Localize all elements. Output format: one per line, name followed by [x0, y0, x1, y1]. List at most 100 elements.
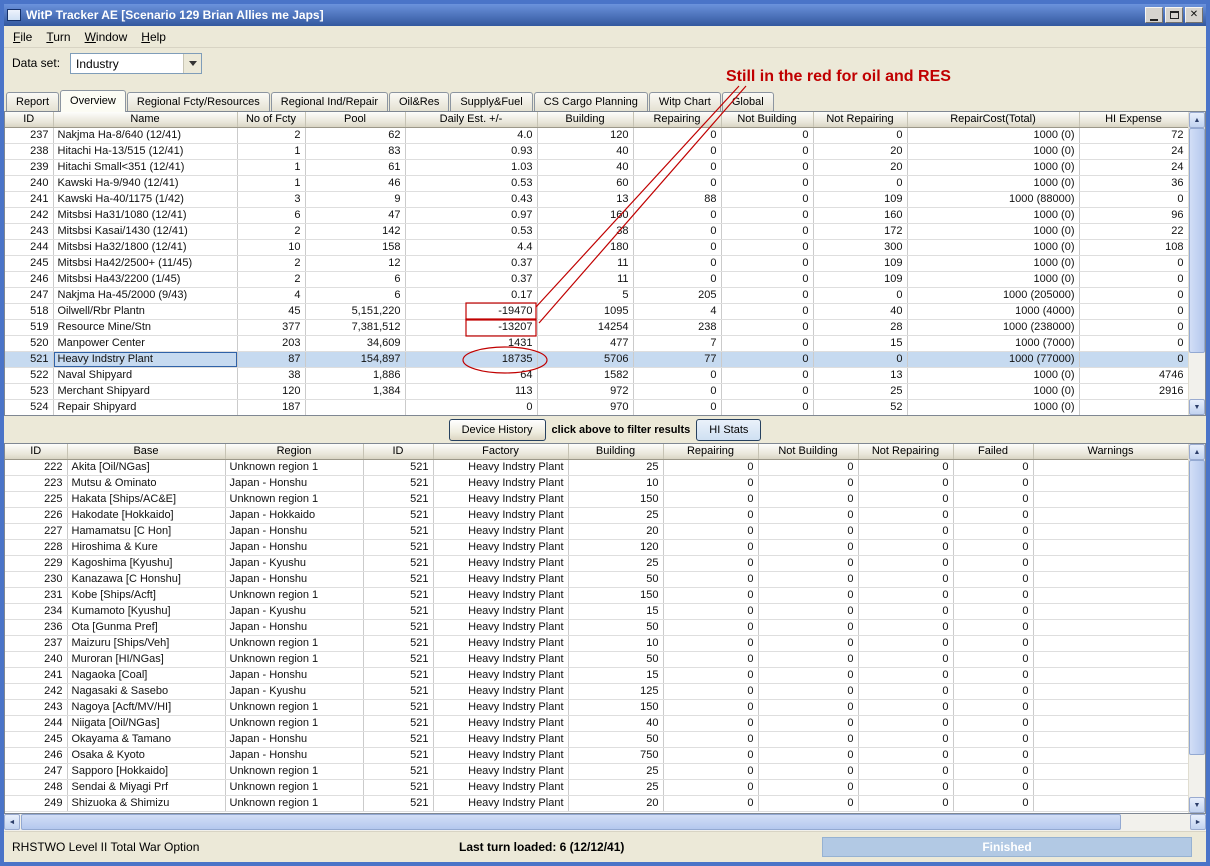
cell[interactable]: 1,384: [305, 383, 406, 400]
cell[interactable]: 244: [5, 239, 54, 256]
cell[interactable]: 1.03: [405, 159, 538, 176]
cell[interactable]: 1: [237, 175, 306, 192]
cell[interactable]: 150: [568, 587, 664, 604]
cell[interactable]: 238: [633, 319, 722, 336]
cell[interactable]: Japan - Honshu: [225, 539, 364, 556]
column-header[interactable]: Base: [67, 444, 226, 460]
column-header[interactable]: ID: [363, 444, 434, 460]
cell[interactable]: 158: [305, 239, 406, 256]
cell[interactable]: 6: [305, 271, 406, 288]
table-row[interactable]: 240 Muroran [HI/NGas] Unknown region 1 521 H…: [5, 651, 1188, 668]
cell[interactable]: Niigata [Oil/NGas]: [67, 715, 226, 732]
table-row[interactable]: 241 Kawski Ha-40/1175 (1/42) 3 9 0.43 13 88 0 10…: [5, 191, 1188, 208]
cell[interactable]: Japan - Honshu: [225, 475, 364, 492]
table-row[interactable]: 237 Maizuru [Ships/Veh] Unknown region 1 52…: [5, 635, 1188, 652]
cell[interactable]: 83: [305, 143, 406, 160]
cell[interactable]: 0: [633, 271, 722, 288]
cell[interactable]: 0: [1079, 303, 1188, 320]
cell[interactable]: 0: [721, 159, 814, 176]
cell[interactable]: 0: [663, 507, 759, 524]
cell[interactable]: 0.37: [405, 255, 538, 272]
cell[interactable]: 521: [363, 587, 434, 604]
cell[interactable]: 228: [5, 539, 68, 556]
cell[interactable]: 521: [363, 571, 434, 588]
cell[interactable]: 0: [663, 539, 759, 556]
cell[interactable]: Unknown region 1: [225, 715, 364, 732]
cell[interactable]: 22: [1079, 223, 1188, 240]
cell[interactable]: 0: [663, 603, 759, 620]
cell[interactable]: 237: [5, 127, 54, 144]
cell[interactable]: 2: [237, 127, 306, 144]
cell[interactable]: 88: [633, 191, 722, 208]
cell[interactable]: 970: [537, 399, 634, 415]
cell[interactable]: 0: [633, 239, 722, 256]
cell[interactable]: 245: [5, 731, 68, 748]
cell[interactable]: 0: [721, 175, 814, 192]
cell[interactable]: 9: [305, 191, 406, 208]
cell[interactable]: Sendai & Miyagi Prf: [67, 779, 226, 796]
cell[interactable]: 521: [363, 731, 434, 748]
cell[interactable]: Nakjma Ha-45/2000 (9/43): [53, 287, 238, 304]
cell[interactable]: 150: [568, 491, 664, 508]
cell[interactable]: 0: [758, 507, 859, 524]
column-header[interactable]: Not Building: [758, 444, 859, 460]
cell[interactable]: 0: [1079, 255, 1188, 272]
cell[interactable]: Unknown region 1: [225, 651, 364, 668]
cell[interactable]: 0: [858, 699, 954, 716]
cell[interactable]: 0: [721, 127, 814, 144]
cell[interactable]: Heavy Indstry Plant: [433, 603, 569, 620]
cell[interactable]: 7,381,512: [305, 319, 406, 336]
cell[interactable]: 0: [663, 683, 759, 700]
cell[interactable]: 521: [363, 491, 434, 508]
cell[interactable]: 225: [5, 491, 68, 508]
cell[interactable]: Heavy Indstry Plant: [433, 683, 569, 700]
cell[interactable]: 0: [858, 795, 954, 812]
table-row[interactable]: 227 Hamamatsu [C Hon] Japan - Honshu 521 Hea…: [5, 523, 1188, 540]
cell[interactable]: Heavy Indstry Plant: [433, 635, 569, 652]
column-header[interactable]: RepairCost(Total): [907, 112, 1080, 128]
cell[interactable]: 1582: [537, 367, 634, 384]
tab-overview[interactable]: Overview: [60, 90, 126, 112]
cell[interactable]: 0: [663, 491, 759, 508]
cell[interactable]: Shizuoka & Shimizu: [67, 795, 226, 812]
tab-report[interactable]: Report: [6, 92, 60, 111]
cell[interactable]: 0: [858, 683, 954, 700]
cell[interactable]: Heavy Indstry Plant: [433, 763, 569, 780]
cell[interactable]: 0: [813, 175, 908, 192]
cell[interactable]: 0: [758, 747, 859, 764]
scroll-down-button[interactable]: ▼: [1189, 399, 1205, 415]
cell[interactable]: Repair Shipyard: [53, 399, 238, 415]
cell[interactable]: 239: [5, 159, 54, 176]
cell[interactable]: [1033, 715, 1188, 732]
cell[interactable]: [1033, 555, 1188, 572]
cell[interactable]: 40: [813, 303, 908, 320]
cell[interactable]: Sapporo [Hokkaido]: [67, 763, 226, 780]
cell[interactable]: 1000 (4000): [907, 303, 1080, 320]
scrollbar-thumb[interactable]: [1189, 128, 1205, 353]
cell[interactable]: 0: [721, 207, 814, 224]
cell[interactable]: 2: [237, 255, 306, 272]
cell[interactable]: 0: [758, 763, 859, 780]
cell[interactable]: 0: [758, 571, 859, 588]
cell[interactable]: 246: [5, 271, 54, 288]
cell[interactable]: 0.43: [405, 191, 538, 208]
cell[interactable]: 0: [633, 207, 722, 224]
cell[interactable]: 87: [237, 351, 306, 368]
tab-witp-chart[interactable]: Witp Chart: [648, 92, 721, 111]
column-header[interactable]: Factory: [433, 444, 569, 460]
cell[interactable]: Heavy Indstry Plant: [433, 795, 569, 812]
scroll-left-button[interactable]: ◄: [4, 814, 20, 830]
cell[interactable]: 0: [858, 635, 954, 652]
cell[interactable]: 0.37: [405, 271, 538, 288]
cell[interactable]: Unknown region 1: [225, 763, 364, 780]
cell[interactable]: Mitsbsi Ha42/2500+ (11/45): [53, 255, 238, 272]
cell[interactable]: 0: [758, 459, 859, 476]
cell[interactable]: 0: [721, 191, 814, 208]
column-header[interactable]: Region: [225, 444, 364, 460]
horizontal-scrollbar[interactable]: ◄ ►: [4, 814, 1206, 831]
cell[interactable]: Heavy Indstry Plant: [433, 699, 569, 716]
cell[interactable]: 125: [568, 683, 664, 700]
scrollbar-thumb[interactable]: [21, 814, 1121, 830]
cell[interactable]: 205: [633, 287, 722, 304]
cell[interactable]: 0: [858, 667, 954, 684]
